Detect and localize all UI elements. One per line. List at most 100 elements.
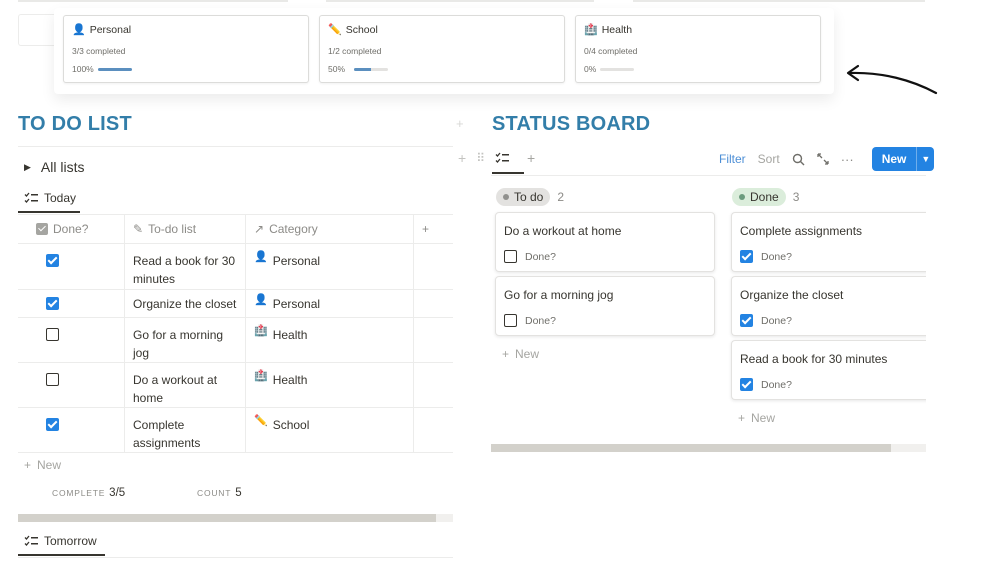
status-dot [739, 194, 745, 200]
gallery-card-percent: 0% [584, 64, 597, 74]
board-view-bar: + ⠿ + [458, 150, 535, 166]
add-column-button[interactable]: + [414, 215, 453, 243]
complete-stat[interactable]: COMPLETE 3/5 [52, 487, 197, 499]
task-title[interactable]: Go for a morning jog [125, 318, 246, 362]
board-card[interactable]: Do a workout at home Done? [495, 212, 715, 272]
gallery-card-completed: 3/3 completed [72, 46, 126, 56]
board-heading: STATUS BOARD [492, 113, 651, 135]
done-checkbox[interactable] [46, 328, 59, 341]
tab-today[interactable]: Today [24, 191, 76, 205]
category-gallery: 👤 Personal 3/3 completed 100% ✏️ School 1/… [54, 8, 834, 94]
task-title[interactable]: Complete assignments [125, 408, 246, 452]
person-icon: 👤 [254, 294, 268, 306]
tab-tomorrow[interactable]: Tomorrow [24, 534, 97, 548]
person-icon: 👤 [72, 23, 86, 36]
gallery-card-completed: 1/2 completed [328, 46, 382, 56]
done-checkbox[interactable] [46, 418, 59, 431]
category-link[interactable]: School [273, 416, 310, 434]
horizontal-scrollbar[interactable] [18, 514, 453, 522]
board-column-header-todo[interactable]: To do 2 [496, 188, 564, 206]
hospital-icon: 🏥 [584, 23, 598, 36]
all-lists-toggle[interactable]: ▶ All lists [24, 159, 84, 175]
new-page-button[interactable]: New ▼ [871, 147, 935, 171]
done-checkbox[interactable] [740, 250, 753, 263]
board-new-card-button[interactable]: + New [502, 347, 539, 361]
gallery-card-personal[interactable]: 👤 Personal 3/3 completed 100% [63, 15, 309, 83]
scrollbar-thumb[interactable] [18, 514, 436, 522]
plus-icon: + [24, 458, 32, 472]
gallery-card-health[interactable]: 🏥 Health 0/4 completed 0% [575, 15, 821, 83]
done-checkbox[interactable] [504, 314, 517, 327]
progress-bar [600, 68, 634, 71]
status-badge: Done [732, 188, 786, 206]
checklist-icon[interactable] [495, 152, 509, 164]
ghost-card [18, 14, 58, 46]
top-divider-mid [326, 0, 594, 2]
task-title[interactable]: Read a book for 30 minutes [125, 244, 246, 289]
board-card[interactable]: Read a book for 30 minutes Done? [731, 340, 931, 400]
gallery-card-school[interactable]: ✏️ School 1/2 completed 50% [319, 15, 565, 83]
chevron-down-icon[interactable]: ▼ [916, 147, 934, 171]
board-toolbar: Filter Sort ··· New ▼ [719, 147, 935, 171]
column-count: 2 [557, 190, 565, 204]
header-done[interactable]: Done? [18, 215, 125, 243]
gallery-card-title: Health [601, 24, 633, 36]
todo-table: Done? ✎ To-do list ↗ Category + Read a boo… [18, 214, 453, 453]
checklist-icon [24, 192, 38, 203]
category-link[interactable]: Health [273, 326, 308, 344]
hospital-icon: 🏥 [254, 370, 268, 382]
table-row[interactable]: Complete assignments ✏️ School [18, 408, 453, 453]
add-view-icon[interactable]: + [527, 150, 535, 166]
card-title: Go for a morning jog [504, 288, 614, 302]
arrow-icon [846, 64, 938, 95]
header-todo[interactable]: ✎ To-do list [125, 215, 246, 243]
drag-handle-icon[interactable]: ⠿ [476, 151, 485, 165]
sort-button[interactable]: Sort [758, 152, 780, 166]
more-options-icon[interactable]: ··· [841, 152, 854, 167]
task-title[interactable]: Organize the closet [125, 290, 246, 317]
new-row-button[interactable]: + New [24, 458, 61, 472]
expand-icon[interactable] [817, 153, 829, 165]
tab-today-underline [18, 211, 80, 213]
all-lists-label: All lists [40, 159, 85, 175]
tab-tomorrow-underline [18, 554, 105, 556]
board-card[interactable]: Organize the closet Done? [731, 276, 931, 336]
todo-divider [18, 146, 453, 147]
category-link[interactable]: Personal [273, 252, 320, 270]
add-block-icon[interactable]: + [456, 116, 464, 131]
gallery-card-completed: 0/4 completed [584, 46, 638, 56]
filter-button[interactable]: Filter [719, 152, 746, 166]
done-checkbox[interactable] [46, 254, 59, 267]
search-icon[interactable] [792, 153, 805, 166]
category-link[interactable]: Personal [273, 295, 320, 313]
board-card[interactable]: Go for a morning jog Done? [495, 276, 715, 336]
done-checkbox[interactable] [740, 314, 753, 327]
table-footer: COMPLETE 3/5 COUNT 5 [52, 487, 242, 499]
gallery-card-percent: 100% [72, 64, 94, 74]
done-checkbox[interactable] [46, 297, 59, 310]
add-block-icon[interactable]: + [458, 150, 466, 166]
person-icon: 👤 [254, 251, 268, 263]
column-count: 3 [792, 190, 800, 204]
count-stat[interactable]: COUNT 5 [197, 487, 242, 499]
horizontal-scrollbar[interactable] [491, 444, 926, 452]
checkbox-icon [36, 223, 48, 235]
card-title: Complete assignments [740, 224, 863, 238]
done-checkbox[interactable] [504, 250, 517, 263]
board-column-header-done[interactable]: Done 3 [732, 188, 799, 206]
table-row[interactable]: Do a workout at home 🏥 Health [18, 363, 453, 408]
table-row[interactable]: Read a book for 30 minutes 👤 Personal [18, 244, 453, 290]
task-title[interactable]: Do a workout at home [125, 363, 246, 407]
table-row[interactable]: Go for a morning jog 🏥 Health [18, 318, 453, 363]
board-new-card-button[interactable]: + New [738, 411, 775, 425]
scrollbar-thumb[interactable] [491, 444, 891, 452]
board-card[interactable]: Complete assignments Done? [731, 212, 931, 272]
pencil-icon: ✎ [133, 222, 144, 236]
done-checkbox[interactable] [46, 373, 59, 386]
category-link[interactable]: Health [273, 371, 308, 389]
todo-heading: TO DO LIST [18, 113, 132, 135]
table-header: Done? ✎ To-do list ↗ Category + [18, 214, 453, 244]
done-checkbox[interactable] [740, 378, 753, 391]
header-category[interactable]: ↗ Category [246, 215, 414, 243]
table-row[interactable]: Organize the closet 👤 Personal [18, 290, 453, 318]
